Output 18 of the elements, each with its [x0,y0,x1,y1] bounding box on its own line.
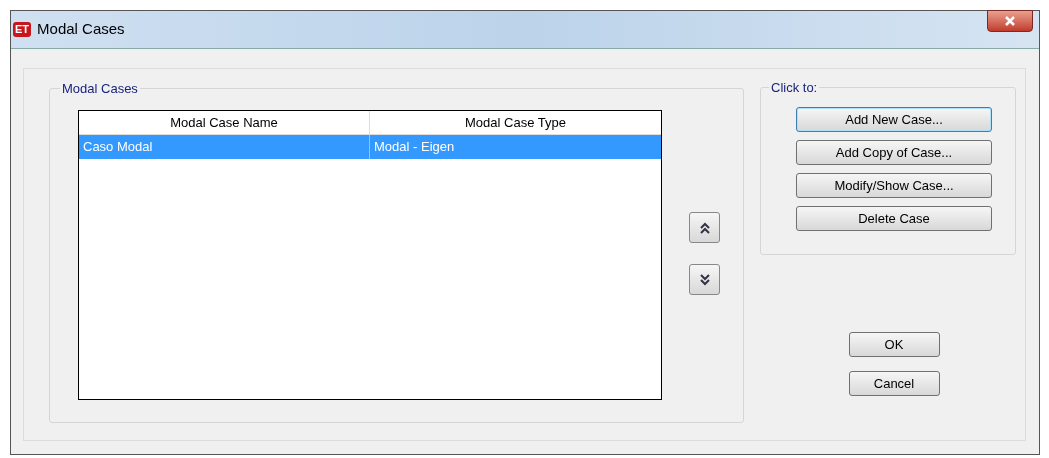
action-button[interactable]: Delete Case [796,206,992,231]
move-down-button[interactable] [689,264,720,295]
action-button[interactable]: Add New Case... [796,107,992,132]
window-title: Modal Cases [37,19,125,40]
dialog-button[interactable]: Cancel [848,371,940,396]
action-button[interactable]: Add Copy of Case... [796,140,992,165]
app-logo: ET [13,22,32,37]
double-chevron-down-icon [699,273,710,286]
table-cell: Caso Modal [79,135,370,159]
close-button[interactable] [987,10,1033,32]
move-up-button[interactable] [689,212,720,243]
dialog-button[interactable]: OK [848,332,940,357]
action-button[interactable]: Modify/Show Case... [796,173,992,198]
double-chevron-up-icon [699,221,710,234]
table-cell-text: Modal - Eigen [373,138,456,157]
column-header[interactable]: Modal Case Name [79,111,370,134]
column-header[interactable]: Modal Case Type [370,111,661,134]
close-icon [1005,16,1015,26]
